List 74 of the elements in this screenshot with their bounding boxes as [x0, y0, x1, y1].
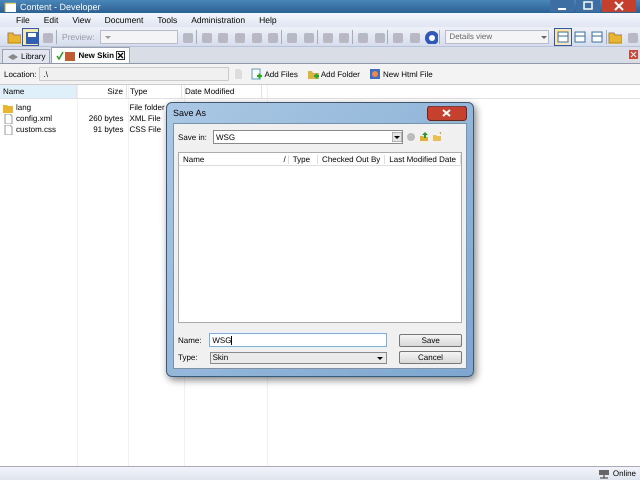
dialog-title: Save As [173, 108, 206, 118]
open-folder-icon[interactable] [6, 30, 21, 44]
close-button[interactable] [602, 0, 636, 12]
save-icon[interactable] [24, 30, 38, 44]
toolbar-link[interactable]: New Html File [366, 68, 436, 80]
up-folder-icon[interactable] [419, 132, 429, 142]
html-file-icon [368, 68, 381, 80]
tab-label: Library [21, 52, 46, 61]
menu-item[interactable]: Administration [185, 15, 252, 25]
name-label: Name: [178, 336, 203, 344]
file-size: 260 bytes [88, 114, 124, 123]
cancel-button[interactable]: Cancel [398, 351, 462, 364]
window-title: Content - Developer [20, 2, 102, 12]
view-icon[interactable] [556, 30, 570, 44]
library-icon [7, 52, 19, 62]
tab-label: New Skin [78, 51, 114, 60]
view-combo[interactable]: Details view [445, 30, 548, 44]
menu-item[interactable]: Help [253, 15, 283, 25]
menu-item[interactable]: Edit [38, 15, 64, 25]
save-in-label: Save in: [178, 132, 208, 142]
menu-item[interactable]: File [10, 15, 36, 25]
file-list[interactable]: Name / Type Checked Out By Last Modified Date [178, 152, 462, 323]
menu-item[interactable]: View [66, 15, 97, 25]
maximize-button[interactable] [576, 0, 600, 12]
close-icon[interactable] [629, 50, 638, 59]
menu-item[interactable]: Tools [151, 15, 184, 25]
type-label: Type: [178, 353, 199, 362]
close-tab-icon[interactable] [116, 51, 126, 60]
sort-mark: / [276, 154, 289, 164]
column-header[interactable]: Name [0, 85, 76, 98]
file-type: XML File [129, 114, 161, 123]
network-icon [598, 468, 610, 478]
file-size: 91 bytes [93, 125, 124, 134]
tab[interactable]: Library [2, 49, 50, 63]
tab[interactable]: New Skin [51, 47, 130, 63]
view-icon[interactable] [590, 30, 604, 44]
close-button[interactable] [427, 106, 467, 120]
view-icon[interactable] [573, 30, 588, 44]
name-field[interactable]: WSG [209, 333, 388, 347]
column-header[interactable]: Name [179, 154, 277, 164]
file-type: CSS File [129, 125, 162, 134]
help-icon[interactable] [424, 30, 438, 44]
column-header[interactable]: Type [126, 85, 182, 98]
folder-icon [3, 102, 13, 112]
file-type: File folder [129, 103, 165, 112]
status-text: Online [612, 469, 636, 478]
toolbar-link[interactable]: Add Files [247, 68, 301, 80]
skin-icon [56, 50, 76, 62]
menu-item[interactable]: Document [98, 15, 150, 25]
column-header[interactable]: Size [76, 85, 126, 98]
combo-value: Skin [212, 353, 228, 362]
preview-combo[interactable] [100, 30, 178, 44]
preview-label: Preview: [61, 32, 96, 42]
location-field[interactable]: .\ [39, 67, 230, 81]
minimize-button[interactable] [550, 0, 574, 12]
file-name[interactable]: lang [16, 103, 32, 112]
column-header[interactable]: Type [288, 154, 318, 164]
add-folder-icon [306, 68, 319, 80]
view-combo-value: Details view [449, 32, 492, 41]
dropdown-icon[interactable] [392, 132, 402, 142]
column-header[interactable]: Checked Out By [318, 154, 386, 164]
new-folder-icon[interactable] [432, 132, 442, 142]
toolbar-link[interactable]: Add Folder [304, 68, 363, 80]
add-file-icon [250, 68, 262, 80]
column-header[interactable]: Last Modified Date [385, 154, 461, 164]
save-button[interactable]: Save [399, 334, 462, 346]
combo-value: WSG [216, 132, 236, 142]
back-icon[interactable] [406, 132, 416, 142]
type-combo[interactable]: Skin [210, 352, 387, 364]
save-in-combo[interactable]: WSG [213, 130, 403, 144]
file-name[interactable]: custom.css [16, 125, 56, 134]
column-header[interactable]: Date Modified [181, 85, 262, 98]
location-label: Location: [4, 70, 36, 78]
file-name[interactable]: config.xml [16, 114, 52, 123]
